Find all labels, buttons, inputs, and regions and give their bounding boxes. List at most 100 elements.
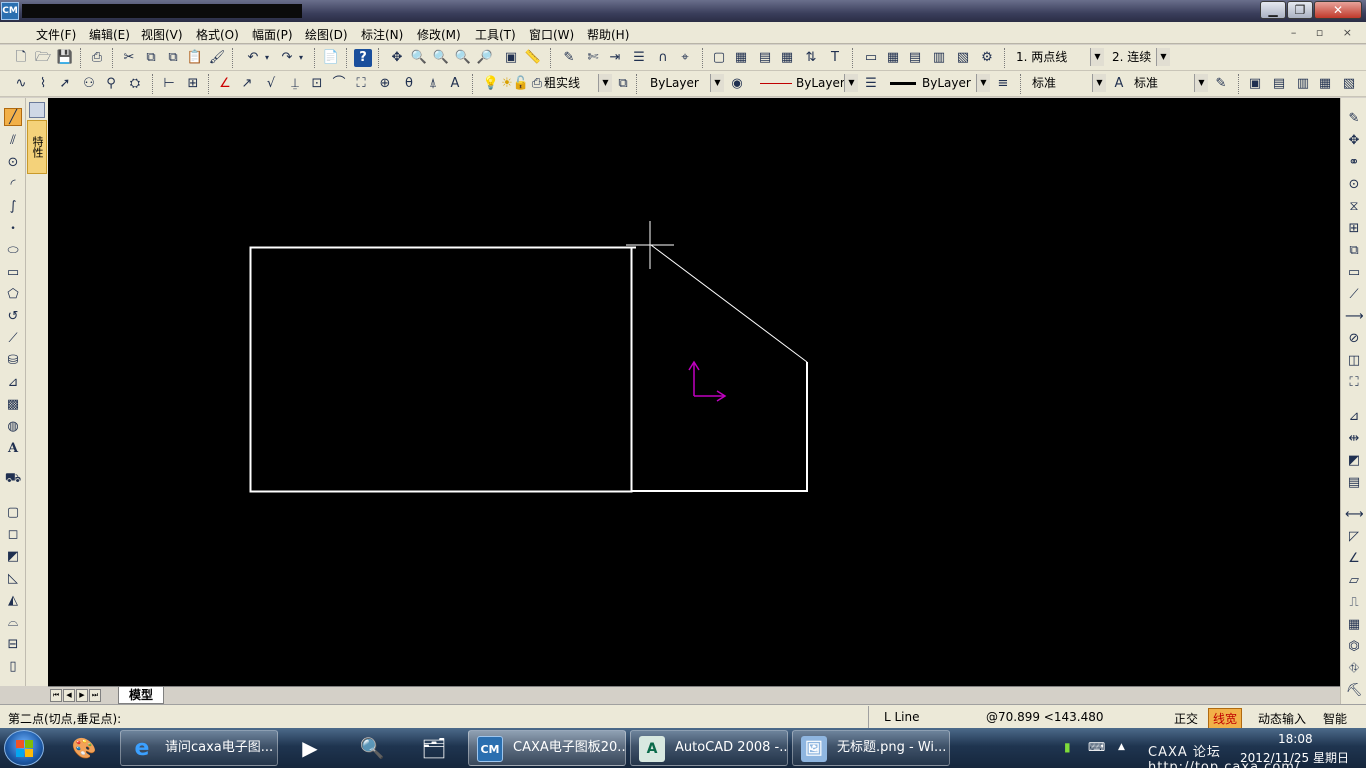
boss-icon[interactable]: ⌓: [4, 614, 22, 632]
tab-model[interactable]: 模型: [118, 687, 165, 704]
fill-icon[interactable]: ◍: [4, 418, 22, 436]
chevron-down-icon[interactable]: ▼: [1090, 48, 1104, 66]
measure-length-icon[interactable]: ⟷: [1345, 506, 1364, 524]
fillet-icon[interactable]: ◻: [4, 526, 22, 544]
lineweight-toggle[interactable]: 线宽: [1208, 708, 1243, 729]
polyline-icon[interactable]: ↺: [4, 308, 22, 326]
help-icon[interactable]: ?: [354, 49, 372, 67]
caxa-app-icon[interactable]: CM: [1, 2, 19, 20]
chevron-down-icon[interactable]: ▼: [710, 74, 724, 92]
zoom-window-icon[interactable]: 🔍: [410, 49, 428, 67]
zoom-out-icon[interactable]: 🔍: [454, 49, 472, 67]
balloon-icon[interactable]: ⛶: [352, 75, 370, 93]
circle-icon[interactable]: ⊙: [4, 154, 22, 172]
match-properties-icon[interactable]: 🖌: [208, 49, 226, 67]
hatch-icon[interactable]: ▩: [4, 396, 22, 414]
machine-icon[interactable]: ⛭: [126, 75, 144, 93]
chevron-down-icon[interactable]: ▼: [844, 74, 858, 92]
dim-tolerance-icon[interactable]: ▤: [1345, 474, 1363, 492]
lineweight-manager-icon[interactable]: ≡: [994, 75, 1012, 93]
color-combo[interactable]: ByLayer ▼: [646, 74, 724, 94]
centerline-icon[interactable]: ⟋: [4, 330, 22, 348]
redo-icon[interactable]: ↷: [278, 49, 296, 67]
taskbar-item-caxa[interactable]: CM CAXA电子图板20...: [468, 730, 626, 766]
close-button[interactable]: ✕: [1314, 1, 1362, 19]
measure-area-icon[interactable]: ◸: [1345, 528, 1363, 546]
dim-style-combo[interactable]: 标准 ▼: [1130, 74, 1208, 94]
layers-icon[interactable]: ▧: [954, 49, 972, 67]
menu-format[interactable]: 格式(O): [196, 26, 239, 43]
fillet-object-icon[interactable]: ◫: [1345, 352, 1363, 370]
angle-icon[interactable]: ∠: [216, 75, 234, 93]
text-dimension-icon[interactable]: θ: [400, 75, 418, 93]
minimize-button[interactable]: ▁: [1260, 1, 1286, 19]
battery-icon[interactable]: ▮: [1064, 740, 1071, 754]
scale-icon[interactable]: ⧉: [1345, 242, 1363, 260]
media-player-icon[interactable]: ▶: [286, 730, 334, 766]
chevron-down-icon[interactable]: ▼: [598, 74, 612, 92]
view-list-icon[interactable]: ▥: [1294, 75, 1312, 93]
measure-angle-icon[interactable]: ∠: [1345, 550, 1363, 568]
zoom-realtime-icon[interactable]: 🔎: [476, 49, 494, 67]
line-mode-combo[interactable]: 1. 两点线 ▼: [1012, 48, 1104, 68]
pan-icon[interactable]: ✥: [388, 49, 406, 67]
tray-expand-icon[interactable]: ▲: [1118, 742, 1125, 752]
break-line-icon[interactable]: ⌇: [34, 75, 52, 93]
properties-tab[interactable]: 特性: [27, 120, 47, 174]
stretch-icon[interactable]: ▭: [1345, 264, 1363, 282]
tools-icon[interactable]: ⛏: [1345, 682, 1363, 700]
document-window-controls[interactable]: – ▫ ×: [1291, 26, 1360, 39]
weld-edit-icon[interactable]: ⏥: [1345, 572, 1363, 590]
prev-tab-icon[interactable]: ◀: [63, 689, 75, 702]
line-style-combo[interactable]: ByLayer ▼: [756, 74, 858, 94]
layout-icon[interactable]: ▤: [906, 49, 924, 67]
chamfer-icon[interactable]: ⊿: [4, 374, 22, 392]
redo-dropdown-icon[interactable]: ▾: [296, 49, 306, 67]
open-file-icon[interactable]: 🗁: [34, 49, 52, 67]
extend-icon[interactable]: ⇥: [606, 49, 624, 67]
clipboard-icon[interactable]: 📄: [322, 49, 340, 67]
last-tab-icon[interactable]: ⏭: [89, 689, 101, 702]
wave-line-icon[interactable]: ∿: [12, 75, 30, 93]
block-edit-icon[interactable]: ⛗: [1345, 660, 1363, 678]
dim-space-icon[interactable]: ⇹: [1345, 430, 1363, 448]
menu-tools[interactable]: 工具(T): [475, 26, 516, 43]
next-tab-icon[interactable]: ▶: [76, 689, 88, 702]
color-wheel-icon[interactable]: ◉: [728, 75, 746, 93]
array-icon[interactable]: ⊞: [1345, 220, 1363, 238]
radius-icon[interactable]: ↗: [238, 75, 256, 93]
bevel-profile[interactable]: [631, 362, 808, 492]
undo-dropdown-icon[interactable]: ▾: [262, 49, 272, 67]
arrow-icon[interactable]: ➚: [56, 75, 74, 93]
rotate-icon[interactable]: ⊙: [1345, 176, 1363, 194]
hole-icon[interactable]: ▯: [4, 658, 22, 676]
block-insert-icon[interactable]: ⛟: [4, 470, 22, 488]
equidistant-line-icon[interactable]: ⛁: [4, 352, 22, 370]
magnet-snap-icon[interactable]: ∩: [654, 49, 672, 67]
menu-edit[interactable]: 编辑(E): [89, 26, 130, 43]
menu-help[interactable]: 帮助(H): [587, 26, 629, 43]
figure-icon[interactable]: ⚲: [102, 75, 120, 93]
trim-icon[interactable]: ✄: [584, 49, 602, 67]
taskbar-item-autocad[interactable]: A AutoCAD 2008 -...: [630, 730, 788, 766]
menu-view[interactable]: 视图(V): [141, 26, 183, 43]
taskbar-item-ie[interactable]: e 请问caxa电子图...: [120, 730, 278, 766]
text-edit-icon[interactable]: T: [826, 49, 844, 67]
maximize-button[interactable]: ❐: [1287, 1, 1313, 19]
view-icon[interactable]: ⏣: [1345, 638, 1363, 656]
linear-dimension-icon[interactable]: ⊢: [160, 75, 178, 93]
draft-icon[interactable]: ◺: [4, 570, 22, 588]
frame-icon[interactable]: ▢: [710, 49, 728, 67]
chevron-down-icon[interactable]: ▼: [1156, 48, 1170, 66]
point-icon[interactable]: •: [4, 220, 22, 238]
tolerance-icon[interactable]: ⊡: [308, 75, 326, 93]
keyboard-icon[interactable]: ⌨: [1088, 740, 1105, 754]
title-bar[interactable]: CM ▁ ❐ ✕: [0, 0, 1366, 22]
move-icon[interactable]: ✥: [1345, 132, 1363, 150]
zoom-all-icon[interactable]: ▣: [502, 49, 520, 67]
erase-icon[interactable]: ✎: [560, 49, 578, 67]
line-tool-icon[interactable]: ╱: [4, 108, 22, 126]
menu-window[interactable]: 窗口(W): [529, 26, 574, 43]
copy-object-icon[interactable]: ⚭: [1345, 154, 1363, 172]
chevron-down-icon[interactable]: ▼: [1092, 74, 1106, 92]
